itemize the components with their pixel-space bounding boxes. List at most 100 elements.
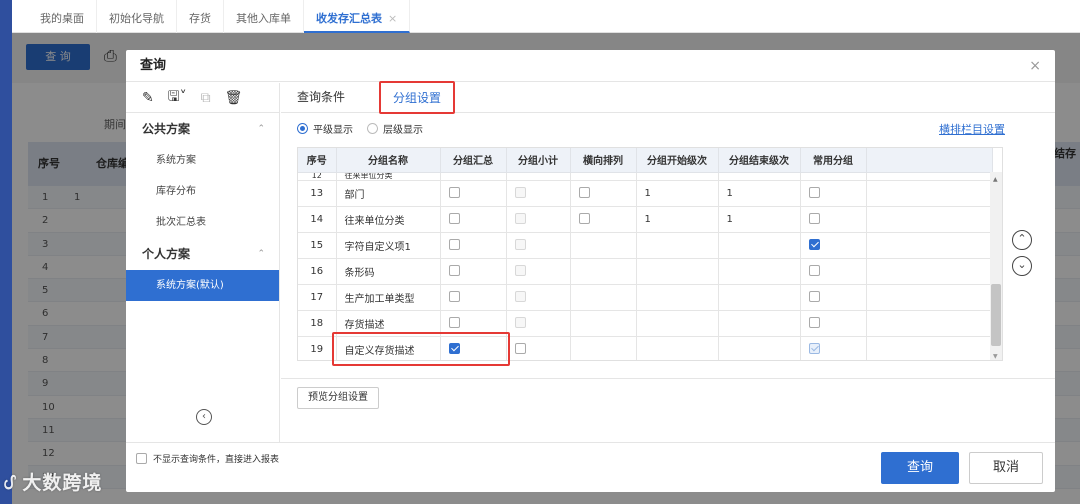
preview-group-settings-button[interactable]: 预览分组设置 [297, 387, 379, 409]
cell-end-level[interactable] [718, 310, 801, 337]
checkbox[interactable] [448, 291, 460, 303]
checkbox [514, 317, 526, 329]
scheme-item-system[interactable]: 系统方案 [126, 145, 279, 176]
tab-desktop[interactable]: 我的桌面 [28, 0, 97, 33]
tab-summary-report[interactable]: 收发存汇总表 × [304, 0, 411, 33]
table-row[interactable]: 17 生产加工单类型 [298, 284, 993, 311]
checkbox[interactable] [808, 265, 820, 277]
cell-end-level[interactable] [718, 284, 801, 311]
cell-start-level[interactable]: 1 [636, 180, 719, 207]
cell-empty [570, 336, 637, 360]
collapse-left-icon[interactable]: ‹ [196, 409, 212, 425]
scheme-item-system-default[interactable]: 系统方案(默认) [126, 270, 279, 301]
scroll-down-icon[interactable]: ▼ [993, 353, 998, 360]
cell-name: 部门 [336, 180, 441, 207]
tab-close-icon[interactable]: × [388, 12, 397, 25]
cell-checkbox [506, 206, 571, 233]
move-up-icon[interactable]: ⌃ [1012, 230, 1032, 250]
cell-checkbox [506, 232, 571, 259]
personal-scheme-group[interactable]: 个人方案 ⌃ [126, 238, 279, 270]
skip-conditions-label: 不显示查询条件，直接进入报表 [153, 455, 280, 465]
checkbox[interactable] [808, 291, 820, 303]
checkbox[interactable] [578, 213, 590, 225]
checkbox[interactable] [808, 317, 820, 329]
cell-empty [570, 310, 637, 337]
dialog-title: 查询 [126, 50, 1055, 82]
cell-checkbox [800, 258, 867, 285]
cell-name: 生产加工单类型 [336, 284, 441, 311]
table-row[interactable]: 14 往来单位分类 1 1 [298, 206, 993, 233]
checkbox[interactable] [808, 213, 820, 225]
table-row[interactable]: 13 部门 1 1 [298, 180, 993, 207]
cell-filler [866, 258, 993, 285]
tab-inventory[interactable]: 存货 [177, 0, 224, 33]
checkbox[interactable] [578, 187, 590, 199]
scroll-thumb[interactable] [991, 284, 1001, 346]
query-button[interactable]: 查询 [881, 452, 959, 484]
cell-filler [866, 336, 993, 360]
checkbox-checked[interactable] [808, 343, 820, 355]
cell-checkbox [800, 336, 867, 360]
checkbox[interactable] [448, 265, 460, 277]
cell-start-level[interactable] [636, 232, 719, 259]
cell-end-level[interactable]: 1 [718, 180, 801, 207]
radio-level-display[interactable]: 层级显示 [367, 121, 423, 136]
checkbox [514, 213, 526, 225]
cell-start-level[interactable] [636, 310, 719, 337]
chevron-up-icon[interactable]: ⌃ [257, 113, 265, 145]
delete-icon[interactable]: 🗑 [225, 90, 243, 106]
scroll-up-icon[interactable]: ▲ [993, 176, 998, 183]
cell-checkbox [506, 180, 571, 207]
edit-icon[interactable]: ✎ [142, 90, 154, 106]
tab-group-settings[interactable]: 分组设置 [379, 81, 456, 114]
checkbox [514, 239, 526, 251]
cell-end-level[interactable] [718, 258, 801, 285]
scheme-item-stock-distribution[interactable]: 库存分布 [126, 176, 279, 207]
scheme-item-batch-summary[interactable]: 批次汇总表 [126, 207, 279, 238]
cell-end-level[interactable]: 1 [718, 206, 801, 233]
cell-seq: 12 [298, 172, 337, 181]
table-row[interactable]: 16 条形码 [298, 258, 993, 285]
checkbox[interactable] [448, 317, 460, 329]
checkbox-checked[interactable] [808, 239, 820, 251]
checkbox [514, 187, 526, 199]
horizontal-column-settings-link[interactable]: 横排栏目设置 [939, 121, 1005, 137]
table-row[interactable]: 15 字符自定义项1 [298, 232, 993, 259]
cell-start-level[interactable] [636, 258, 719, 285]
tab-init-nav[interactable]: 初始化导航 [97, 0, 177, 33]
checkbox[interactable] [136, 453, 147, 464]
table-scrollbar[interactable]: ▲ ▼ [990, 172, 1002, 360]
cell-empty [570, 284, 637, 311]
cell-start-level[interactable] [636, 336, 719, 360]
col-group-sum: 分组汇总 [440, 148, 507, 173]
col-seq: 序号 [298, 148, 337, 173]
tab-query-conditions[interactable]: 查询条件 [297, 88, 359, 112]
save-icon[interactable]: 🖫˅ [168, 86, 187, 110]
skip-conditions-checkbox[interactable]: 不显示查询条件，直接进入报表 [136, 452, 279, 465]
checkbox[interactable] [808, 187, 820, 199]
col-filler [866, 148, 993, 173]
cell-name: 往来单位分类 [336, 172, 441, 181]
cell-filler [866, 180, 993, 207]
public-scheme-group[interactable]: 公共方案 ⌃ [126, 113, 279, 145]
cell-end-level[interactable] [718, 232, 801, 259]
chevron-up-icon[interactable]: ⌃ [257, 238, 265, 270]
checkbox[interactable] [514, 343, 526, 355]
close-icon[interactable]: × [1029, 58, 1041, 74]
cancel-button[interactable]: 取消 [969, 452, 1043, 484]
tab-other-inbound[interactable]: 其他入库单 [224, 0, 304, 33]
move-down-icon[interactable]: ⌄ [1012, 256, 1032, 276]
left-nav-bar [0, 0, 12, 504]
radio-flat-display[interactable]: 平级显示 [297, 121, 353, 136]
highlight-row-19 [332, 332, 510, 366]
cell-start-level[interactable]: 1 [636, 206, 719, 233]
public-scheme-label: 公共方案 [142, 122, 191, 136]
checkbox[interactable] [448, 187, 460, 199]
checkbox [514, 291, 526, 303]
cell-end-level[interactable] [718, 336, 801, 360]
cell-checkbox [800, 232, 867, 259]
cell-start-level[interactable] [636, 284, 719, 311]
checkbox[interactable] [448, 213, 460, 225]
export-icon[interactable]: ⧉ [201, 90, 211, 106]
checkbox[interactable] [448, 239, 460, 251]
